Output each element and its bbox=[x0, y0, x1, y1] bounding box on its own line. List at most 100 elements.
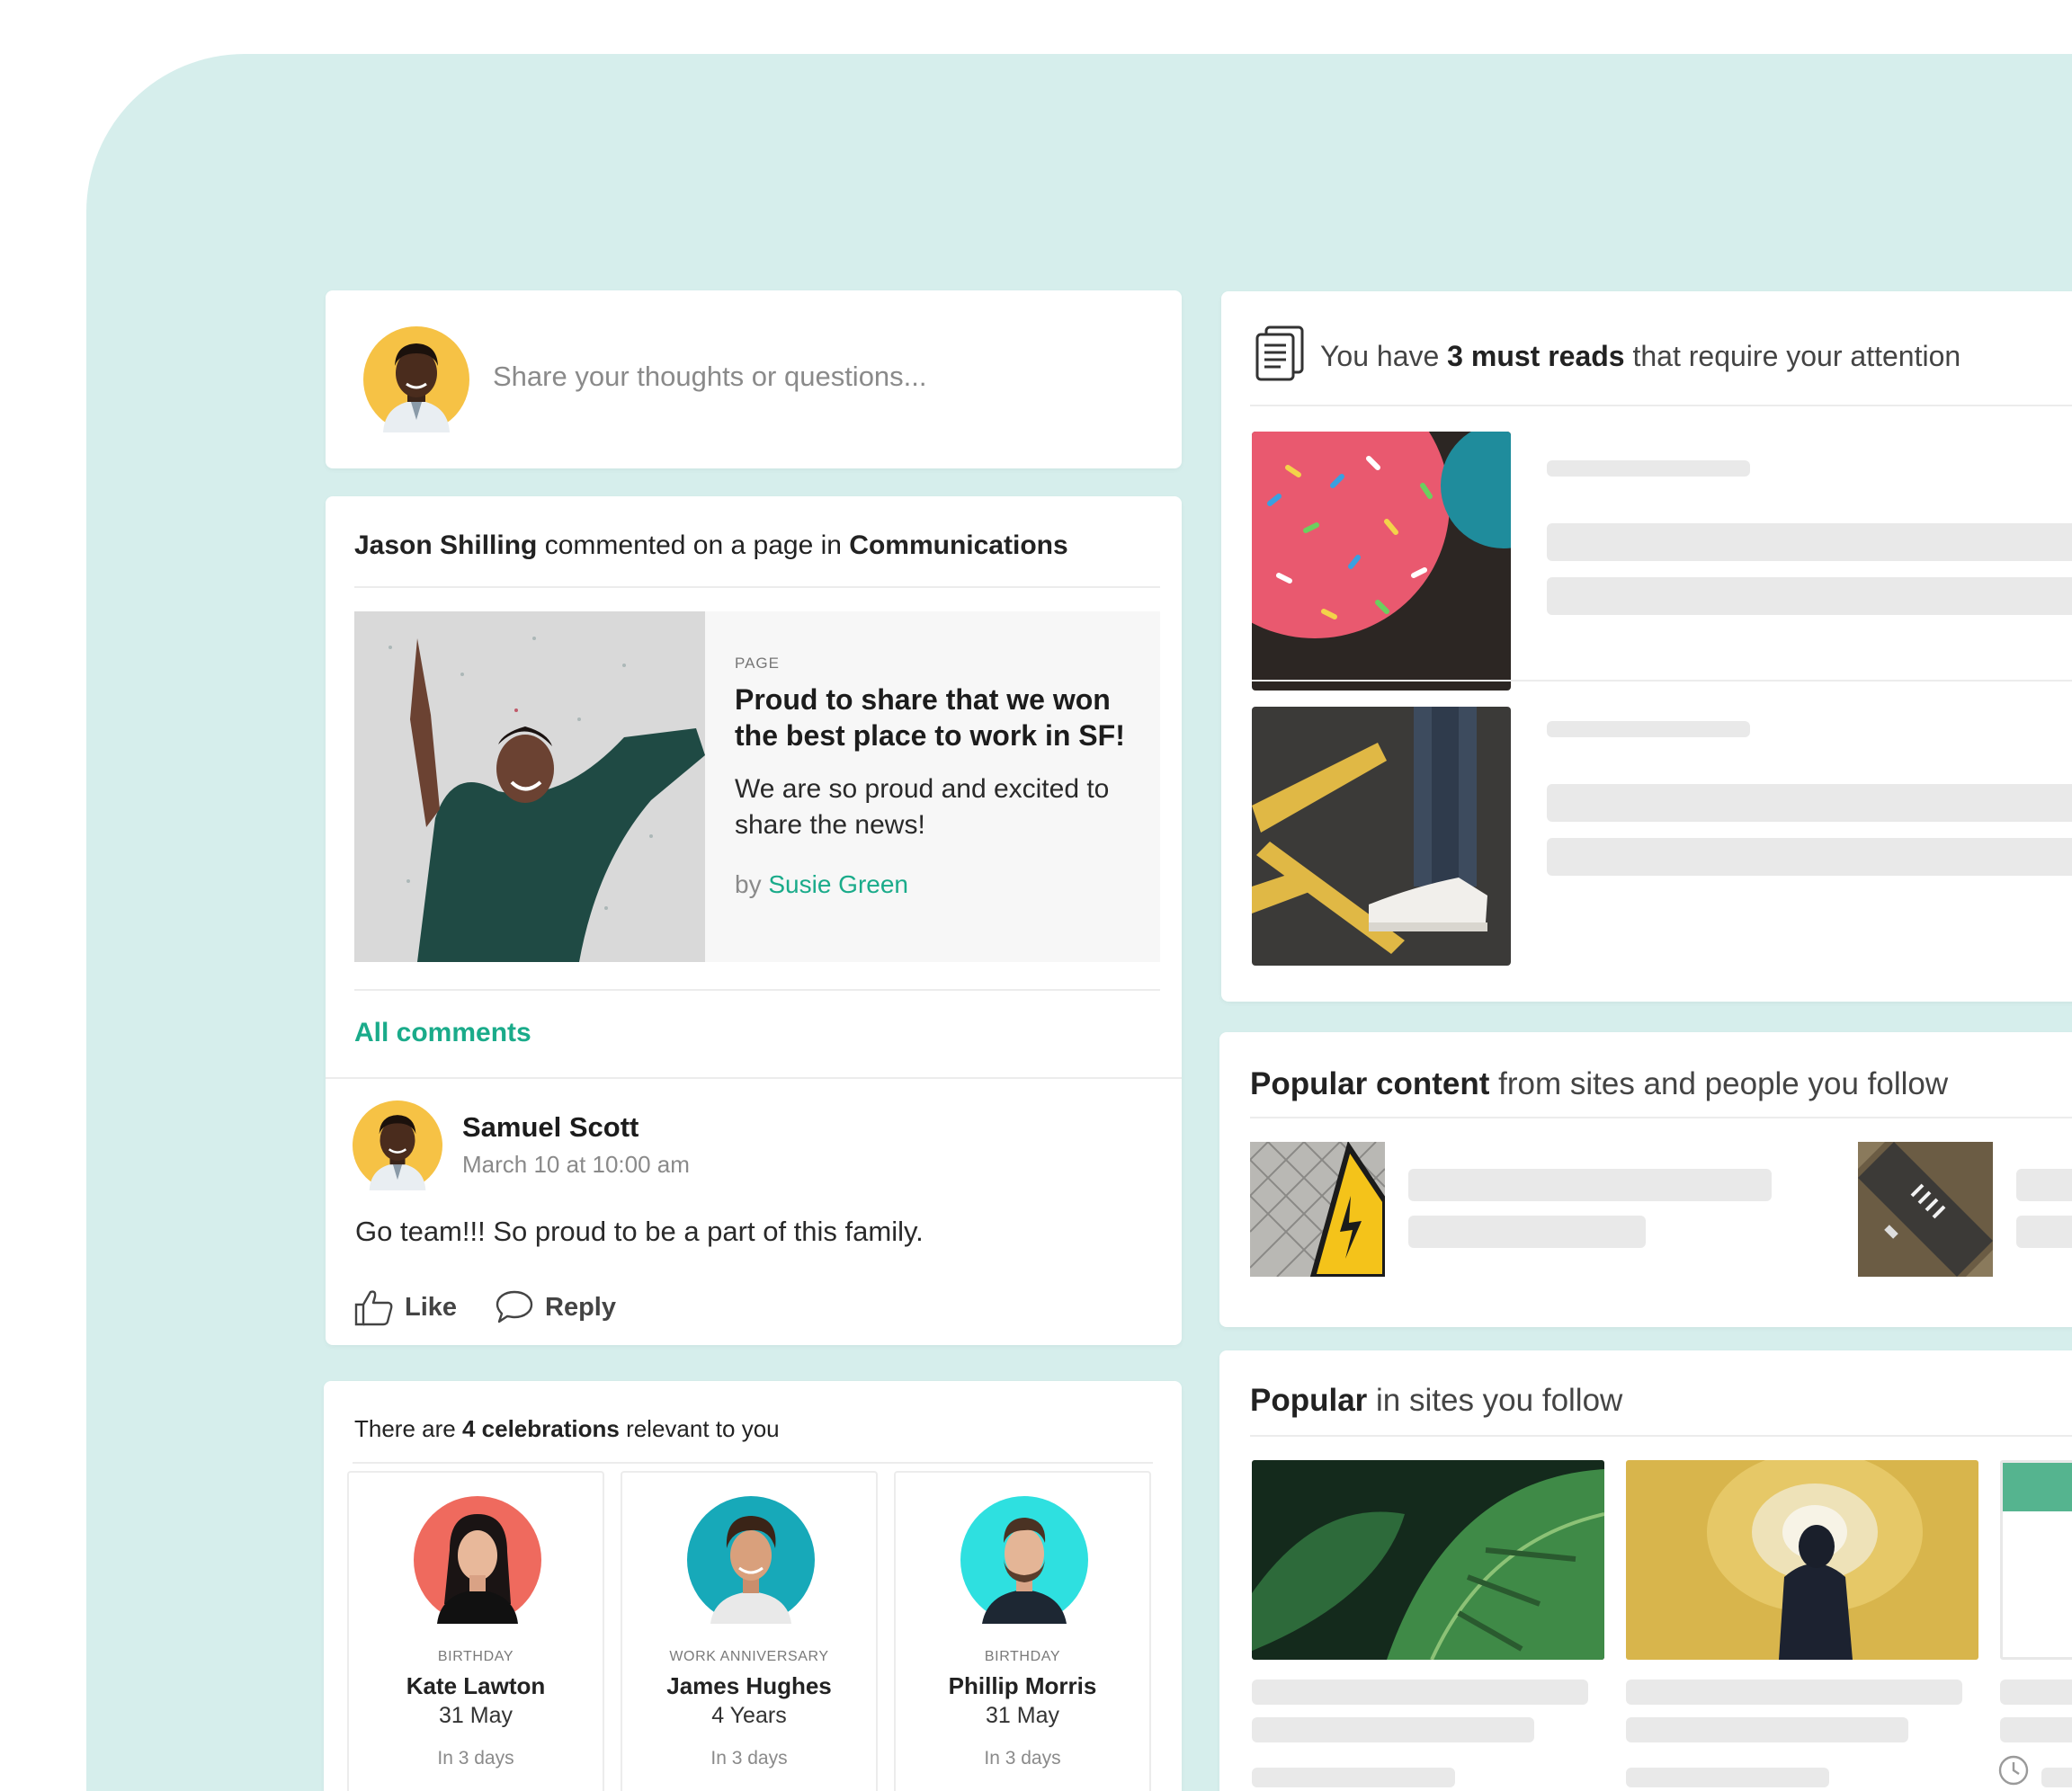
celebration-name: Phillip Morris bbox=[948, 1672, 1097, 1699]
skeleton-line bbox=[1547, 577, 2072, 615]
divider bbox=[1250, 405, 2072, 406]
divider bbox=[1252, 680, 2072, 682]
skeleton-line bbox=[1408, 1169, 1772, 1201]
activity-card: Jason Shilling commented on a page in Co… bbox=[326, 496, 1182, 1345]
site-card-thumbnail[interactable] bbox=[2000, 1460, 2072, 1660]
skeleton-line bbox=[1626, 1680, 1962, 1705]
person-avatar bbox=[687, 1496, 815, 1624]
divider bbox=[354, 989, 1160, 991]
street-shoes-thumbnail[interactable] bbox=[1252, 707, 1511, 966]
share-title[interactable]: Proud to share that we won the best plac… bbox=[735, 682, 1148, 753]
skeleton-line bbox=[2041, 1768, 2072, 1787]
popular-sites-bold: Popular bbox=[1250, 1383, 1368, 1418]
skeleton-line bbox=[1547, 784, 2072, 822]
popular-content-bold: Popular content bbox=[1250, 1066, 1490, 1101]
skeleton-line bbox=[1252, 1768, 1455, 1787]
must-reads-suffix: that require your attention bbox=[1632, 340, 1961, 372]
popular-sites-headline: Popular in sites you follow bbox=[1250, 1383, 1622, 1419]
celebration-when: In 3 days bbox=[710, 1748, 788, 1769]
divider bbox=[326, 1077, 1182, 1079]
like-button[interactable]: Like bbox=[354, 1288, 457, 1327]
celebration-kind: BIRTHDAY bbox=[984, 1649, 1061, 1664]
skeleton-line bbox=[2016, 1216, 2072, 1248]
leaf-thumbnail[interactable] bbox=[1252, 1460, 1604, 1660]
skeleton-line bbox=[1547, 460, 1750, 477]
skeleton-line bbox=[1626, 1717, 1908, 1742]
celebration-when: In 3 days bbox=[437, 1748, 514, 1769]
celebrations-headline: There are 4 celebrations relevant to you bbox=[354, 1415, 780, 1443]
person-avatar bbox=[414, 1496, 541, 1624]
comment-text: Go team!!! So proud to be a part of this… bbox=[355, 1216, 924, 1247]
popular-content-rest: from sites and people you follow bbox=[1498, 1066, 1949, 1101]
person-avatar bbox=[960, 1496, 1088, 1624]
composer-placeholder[interactable]: Share your thoughts or questions... bbox=[493, 361, 927, 393]
popular-sites-rest: in sites you follow bbox=[1376, 1383, 1623, 1418]
divider bbox=[354, 586, 1160, 588]
post-composer[interactable]: Share your thoughts or questions... bbox=[326, 290, 1182, 468]
share-byline: by Susie Green bbox=[735, 870, 908, 899]
skeleton-line bbox=[1547, 721, 1750, 737]
tunnel-thumbnail[interactable] bbox=[1626, 1460, 1978, 1660]
skeleton-line bbox=[1252, 1717, 1534, 1742]
aerial-road-thumbnail[interactable] bbox=[1858, 1142, 1993, 1277]
share-description: We are so proud and excited to share the… bbox=[735, 774, 1110, 840]
celebrations-prefix: There are bbox=[354, 1415, 456, 1442]
skeleton-line bbox=[2000, 1717, 2072, 1742]
activity-place[interactable]: Communications bbox=[849, 530, 1067, 560]
popular-content-headline: Popular content from sites and people yo… bbox=[1250, 1066, 1948, 1102]
commenter-avatar bbox=[353, 1100, 442, 1190]
skeleton-line bbox=[2000, 1680, 2072, 1705]
celebration-when: In 3 days bbox=[984, 1748, 1061, 1769]
activity-headline: Jason Shilling commented on a page in Co… bbox=[354, 530, 1068, 561]
like-label: Like bbox=[405, 1292, 458, 1322]
warning-sign-thumbnail[interactable] bbox=[1250, 1142, 1385, 1277]
celebration-name: James Hughes bbox=[666, 1672, 832, 1699]
celebration-date: 31 May bbox=[439, 1703, 513, 1728]
skeleton-line bbox=[1408, 1216, 1646, 1248]
skeleton-line bbox=[1626, 1768, 1829, 1787]
divider bbox=[353, 1462, 1153, 1464]
celebration-item[interactable]: BIRTHDAY Phillip Morris 31 May In 3 days bbox=[894, 1471, 1151, 1791]
must-reads-count[interactable]: 3 must reads bbox=[1447, 340, 1624, 372]
by-label: by bbox=[735, 870, 762, 898]
celebration-kind: WORK ANNIVERSARY bbox=[669, 1649, 829, 1664]
divider bbox=[1250, 1117, 2072, 1118]
clock-icon bbox=[1998, 1755, 2029, 1786]
must-reads-card: You have 3 must reads that require your … bbox=[1221, 291, 2072, 1002]
celebrations-suffix: relevant to you bbox=[626, 1415, 780, 1442]
activity-action: commented on a page in bbox=[544, 530, 842, 560]
celebrations-count: 4 celebrations bbox=[461, 1415, 620, 1442]
celebration-name: Kate Lawton bbox=[406, 1672, 546, 1699]
shared-page-preview[interactable]: PAGE Proud to share that we won the best… bbox=[354, 611, 1160, 962]
popular-content-card: Popular content from sites and people yo… bbox=[1219, 1032, 2072, 1327]
share-author-link[interactable]: Susie Green bbox=[768, 870, 908, 898]
document-icon bbox=[1255, 325, 1304, 381]
commenter-name[interactable]: Samuel Scott bbox=[462, 1111, 639, 1144]
skeleton-line bbox=[1547, 838, 2072, 876]
skeleton-line bbox=[1252, 1680, 1588, 1705]
current-user-avatar bbox=[363, 326, 469, 432]
thumbs-up-icon bbox=[354, 1290, 393, 1326]
celebrations-card: There are 4 celebrations relevant to you… bbox=[324, 1381, 1182, 1791]
skeleton-line bbox=[2016, 1169, 2072, 1201]
share-kind: PAGE bbox=[735, 655, 780, 672]
all-comments-link[interactable]: All comments bbox=[354, 1018, 531, 1048]
skeleton-line bbox=[1547, 523, 2072, 561]
must-reads-headline: You have 3 must reads that require your … bbox=[1320, 340, 1960, 373]
celebration-photo bbox=[354, 611, 705, 962]
reply-button[interactable]: Reply bbox=[495, 1288, 616, 1327]
site-card-header bbox=[2003, 1463, 2072, 1511]
celebration-item[interactable]: WORK ANNIVERSARY James Hughes 4 Years In… bbox=[621, 1471, 878, 1791]
celebration-date: 4 Years bbox=[711, 1703, 787, 1728]
divider bbox=[1250, 1435, 2072, 1437]
donut-thumbnail[interactable] bbox=[1252, 432, 1511, 691]
celebration-item[interactable]: BIRTHDAY Kate Lawton 31 May In 3 days bbox=[347, 1471, 604, 1791]
celebration-date: 31 May bbox=[986, 1703, 1059, 1728]
celebration-kind: BIRTHDAY bbox=[437, 1649, 514, 1664]
actor-name[interactable]: Jason Shilling bbox=[354, 530, 537, 560]
speech-bubble-icon bbox=[496, 1290, 533, 1323]
comment-timestamp: March 10 at 10:00 am bbox=[462, 1151, 690, 1178]
reply-label: Reply bbox=[545, 1292, 616, 1322]
must-reads-prefix: You have bbox=[1320, 340, 1440, 372]
popular-sites-card: Popular in sites you follow bbox=[1219, 1350, 2072, 1791]
